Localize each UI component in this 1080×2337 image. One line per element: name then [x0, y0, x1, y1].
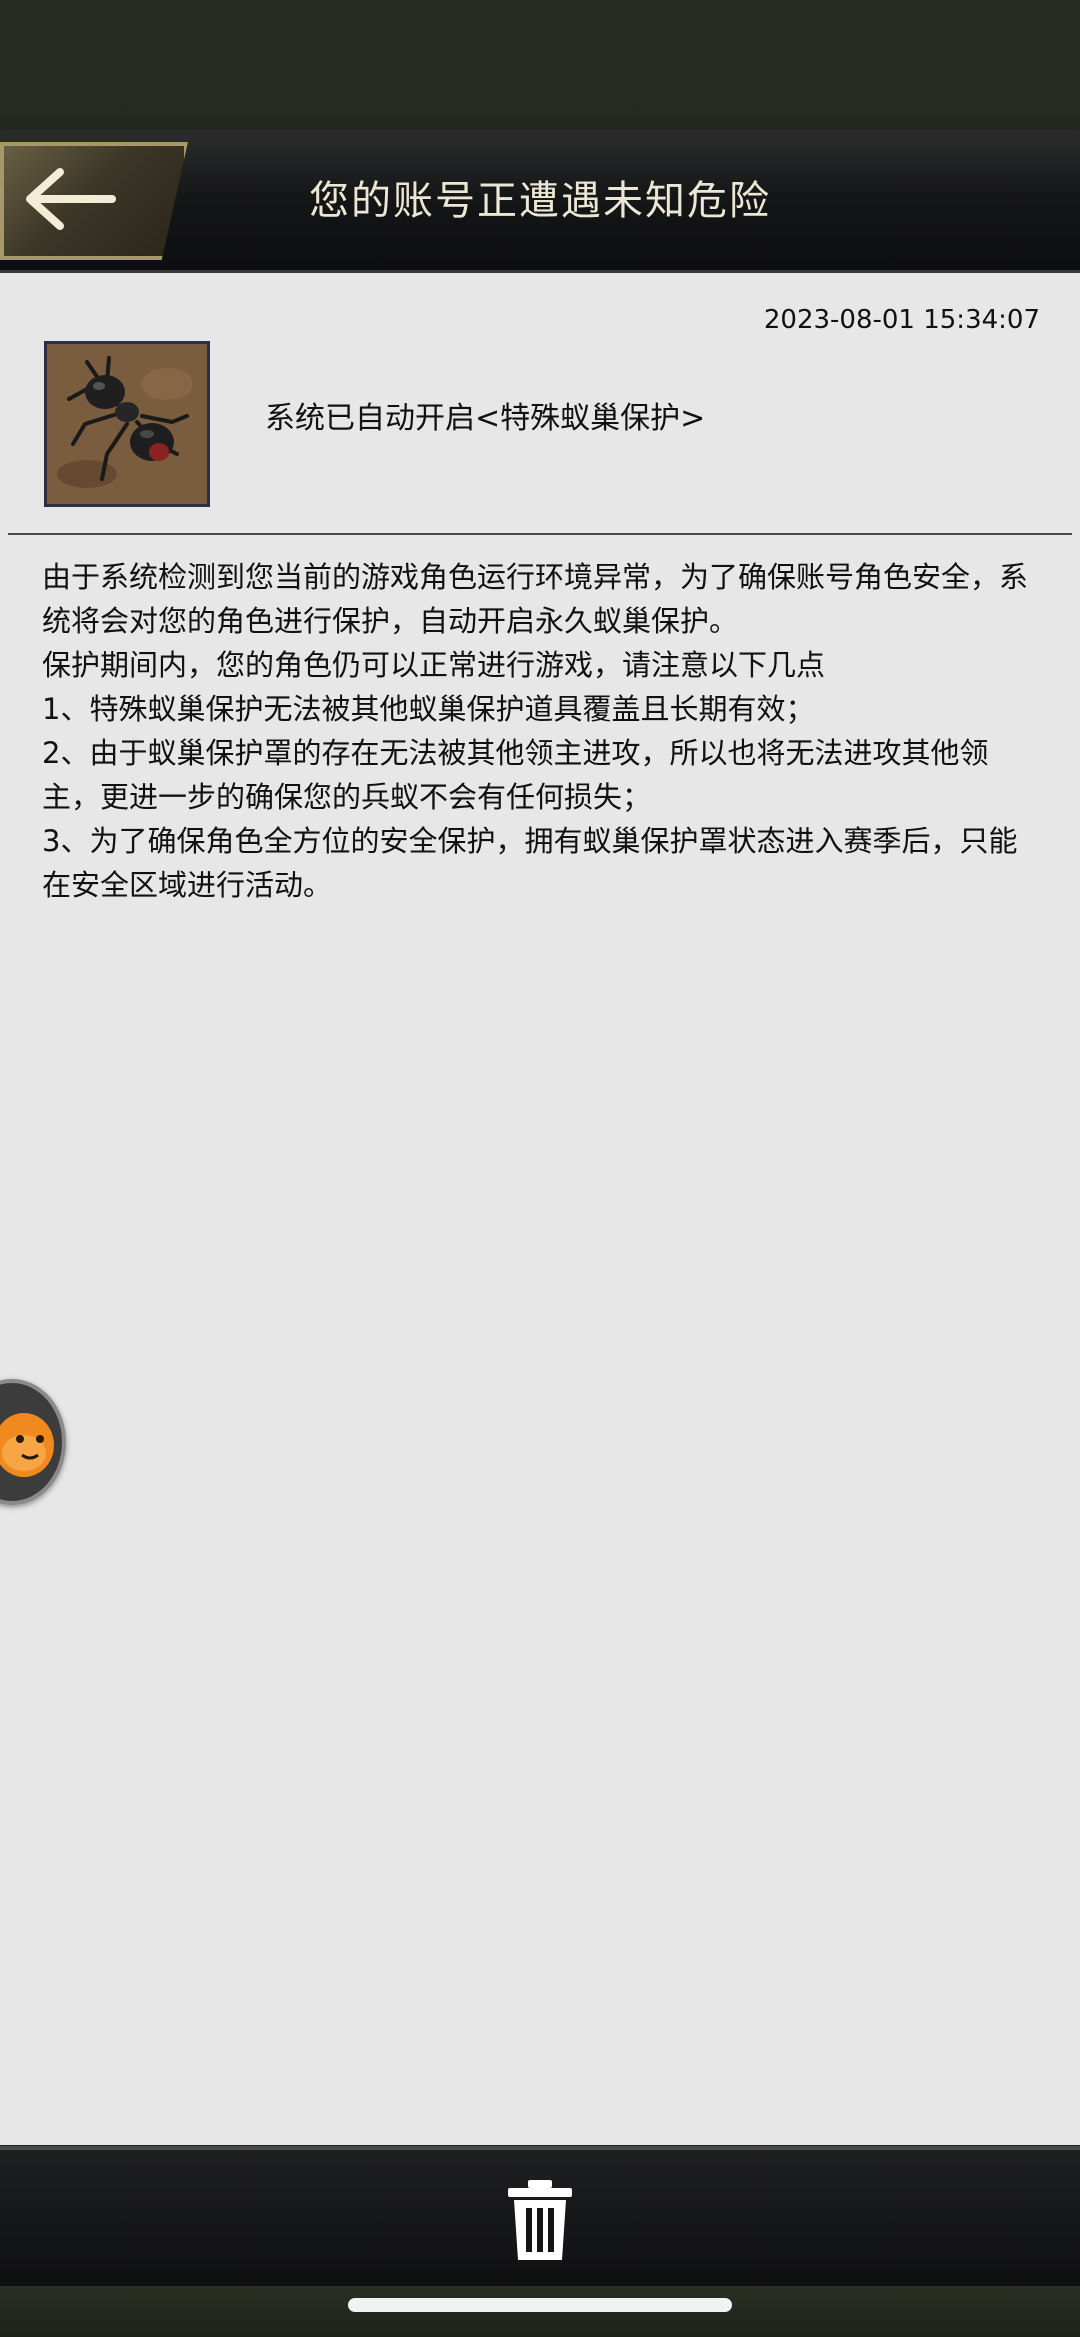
- mail-body-line: 3、为了确保角色全方位的安全保护，拥有蚁巢保护罩状态进入赛季后，只能在安全区域进…: [42, 824, 1018, 902]
- mail-subject: 系统已自动开启<特殊蚁巢保护>: [265, 401, 706, 436]
- mail-content-panel: 2023-08-01 15:34:07 系统已自动开启<特殊蚁巢保护> 由于系统…: [0, 273, 1080, 2145]
- mail-detail-screen: 您的账号正遭遇未知危险 2023-08-01 15:34:07 系统已自动开启<…: [0, 0, 1080, 2337]
- page-title: 您的账号正遭遇未知危险: [309, 178, 771, 224]
- ant-avatar: [44, 341, 210, 507]
- delete-button[interactable]: [500, 2178, 580, 2262]
- mail-body-line: 保护期间内，您的角色仍可以正常进行游戏，请注意以下几点: [42, 648, 826, 682]
- mail-body-line: 1、特殊蚁巢保护无法被其他蚁巢保护道具覆盖且长期有效；: [42, 692, 815, 726]
- floating-assistant-button[interactable]: [0, 1379, 66, 1505]
- mail-body-line: 2、由于蚁巢保护罩的存在无法被其他领主进攻，所以也将无法进攻其他领主，更进一步的…: [42, 736, 989, 814]
- mail-body-line: 由于系统检测到您当前的游戏角色运行环境异常，为了确保账号角色安全，系统将会对您的…: [42, 560, 1029, 638]
- home-indicator[interactable]: [348, 2298, 732, 2312]
- divider: [8, 533, 1072, 535]
- footer-bar: [0, 2146, 1080, 2290]
- mail-timestamp: 2023-08-01 15:34:07: [763, 305, 1040, 335]
- header-bar: 您的账号正遭遇未知危险: [0, 130, 1080, 273]
- assistant-mascot-icon: [0, 1413, 54, 1477]
- ant-icon: [47, 344, 207, 504]
- mail-body: 由于系统检测到您当前的游戏角色运行环境异常，为了确保账号角色安全，系统将会对您的…: [42, 555, 1042, 907]
- trash-icon: [508, 2180, 572, 2260]
